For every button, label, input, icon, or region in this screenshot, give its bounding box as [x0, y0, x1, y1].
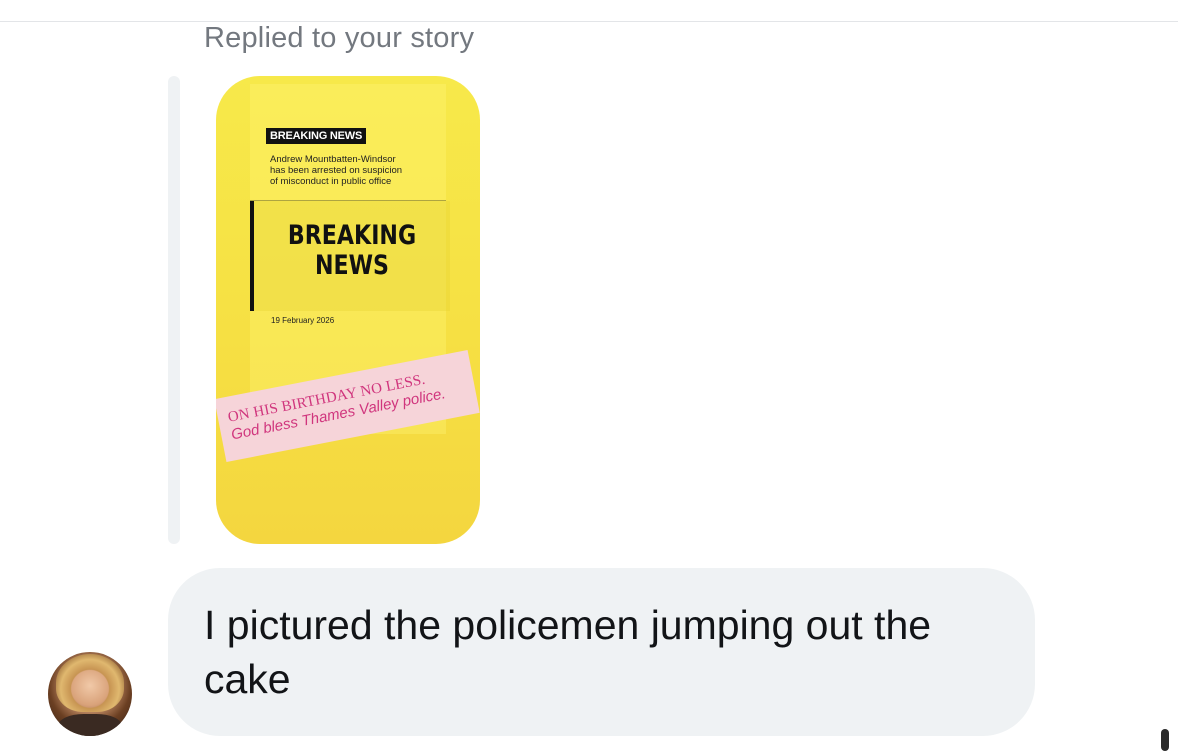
message-text: I pictured the policemen jumping out the… — [204, 602, 932, 702]
headline-line: has been arrested on suspicion — [270, 165, 403, 176]
breaking-news-tag: BREAKING NEWS — [266, 128, 367, 144]
reply-indicator-bar — [168, 76, 180, 544]
story-date: 19 February 2026 — [271, 316, 335, 325]
user-avatar[interactable] — [48, 652, 132, 736]
replied-to-story-label: Replied to your story — [204, 22, 475, 54]
headline-line: Andrew Mountbatten-Windsor — [270, 154, 396, 165]
story-headline: Andrew Mountbatten-Windsor has been arre… — [270, 154, 430, 187]
avatar-body — [58, 714, 122, 736]
scrollbar-thumb[interactable] — [1161, 729, 1169, 751]
top-divider — [0, 21, 1178, 22]
title-line: NEWS — [314, 250, 390, 281]
avatar-hair — [56, 654, 124, 712]
message-bubble[interactable]: I pictured the policemen jumping out the… — [168, 568, 1035, 736]
headline-line: of misconduct in public office — [270, 176, 392, 187]
title-line: BREAKING — [287, 220, 417, 251]
story-preview[interactable]: BREAKING NEWS Andrew Mountbatten-Windsor… — [216, 76, 480, 544]
breaking-news-title: BREAKING NEWS — [283, 221, 421, 281]
